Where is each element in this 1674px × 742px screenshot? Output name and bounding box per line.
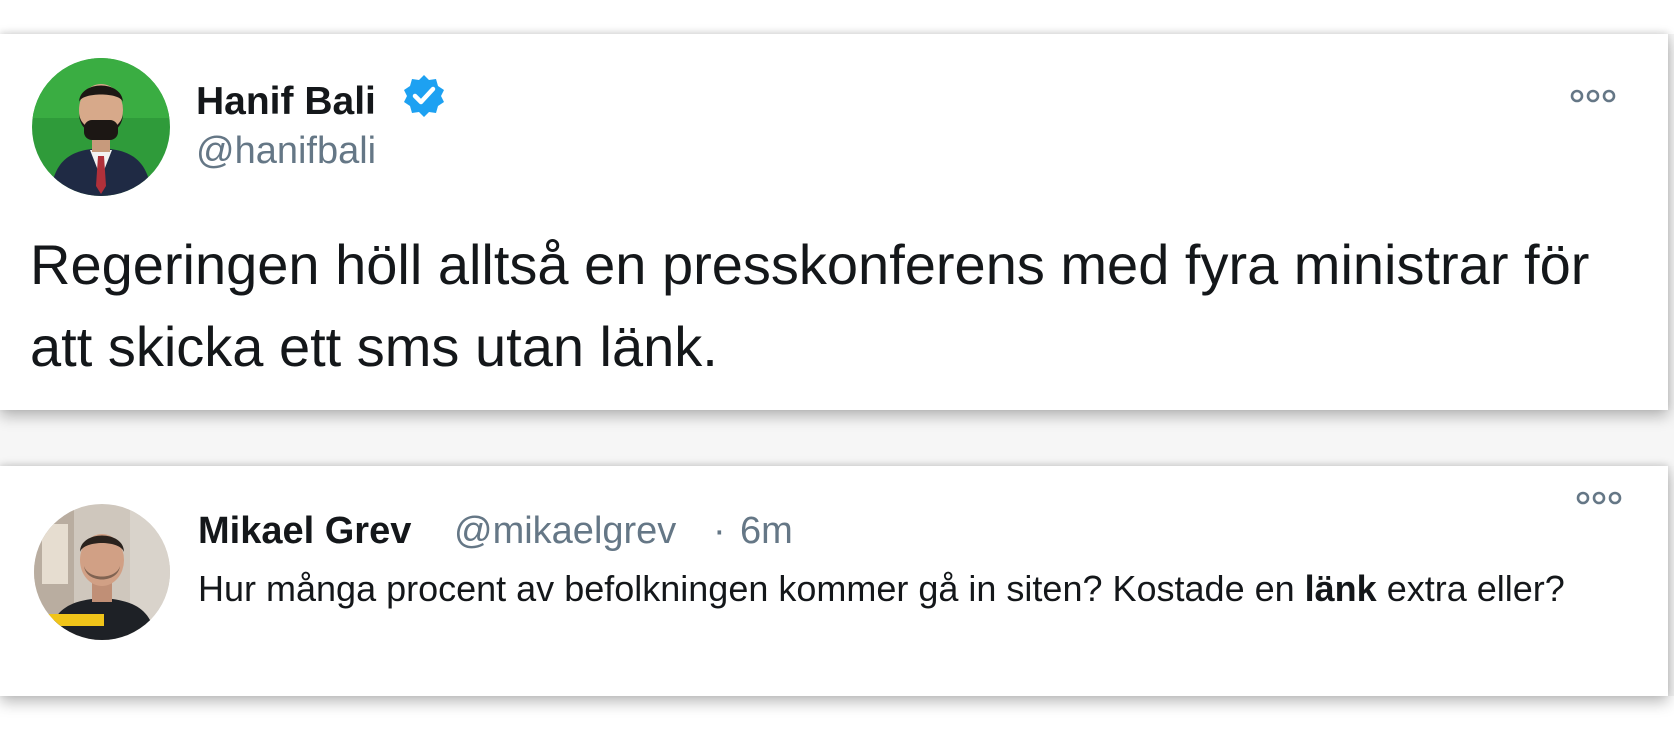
author-name[interactable]: Hanif Bali <box>196 80 376 124</box>
avatar[interactable] <box>32 58 170 196</box>
background-strip <box>0 0 1674 34</box>
tweet-timestamp[interactable]: 6m <box>740 510 793 553</box>
screenshot-canvas: Hanif Bali @hanifbali Regeringen höll al… <box>0 0 1674 742</box>
background-strip <box>0 410 1674 466</box>
verified-badge-icon <box>400 72 448 120</box>
avatar-image <box>34 504 170 640</box>
tweet-card-mikael[interactable]: Mikael Grev @mikaelgrev · 6m Hur många p… <box>0 466 1668 696</box>
tweet-text-part: Hur många procent av befolkningen kommer… <box>198 568 1305 609</box>
more-options-icon[interactable] <box>1574 486 1624 510</box>
author-handle[interactable]: @mikaelgrev <box>454 510 676 553</box>
author-name[interactable]: Mikael Grev <box>198 510 411 553</box>
tweet-text: Regeringen höll alltså en presskonferens… <box>30 233 1590 378</box>
background-strip <box>0 696 1674 742</box>
avatar[interactable] <box>34 504 170 640</box>
avatar-image <box>32 58 170 196</box>
tweet-text-bold: länk <box>1304 568 1377 609</box>
author-handle[interactable]: @hanifbali <box>196 130 376 173</box>
more-options-icon[interactable] <box>1568 84 1618 108</box>
tweet-text: Hur många procent av befolkningen kommer… <box>198 562 1618 615</box>
tweet-card-hanif[interactable]: Hanif Bali @hanifbali Regeringen höll al… <box>0 34 1668 410</box>
tweet-text-part: extra eller? <box>1376 568 1565 609</box>
meta-separator: · <box>713 510 726 552</box>
